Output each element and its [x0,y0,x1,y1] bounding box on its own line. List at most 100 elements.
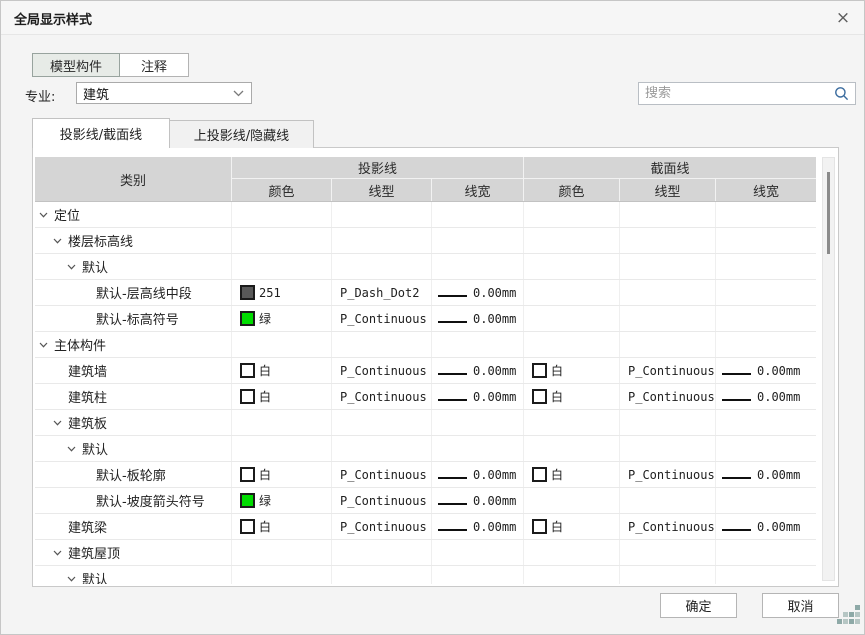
category-cell[interactable]: 默认 [35,566,232,584]
category-cell[interactable]: 默认-板轮廓 [35,462,232,487]
proj-color-cell[interactable] [232,540,332,565]
category-cell[interactable]: 建筑梁 [35,514,232,539]
sect-linetype-cell[interactable] [620,540,716,565]
sect-color-cell[interactable] [524,254,620,279]
sect-linetype-cell[interactable]: P_Continuous [620,462,716,487]
proj-linewidth-cell[interactable] [432,410,524,435]
color-swatch[interactable] [532,467,547,482]
table-row[interactable]: 主体构件 [35,332,816,358]
table-row[interactable]: 默认 [35,566,816,584]
proj-color-cell[interactable]: 白 [232,384,332,409]
sect-color-cell[interactable] [524,228,620,253]
sect-color-cell[interactable] [524,332,620,357]
proj-linetype-cell[interactable]: P_Continuous [332,306,432,331]
proj-linetype-cell[interactable] [332,228,432,253]
proj-linetype-cell[interactable]: P_Continuous [332,488,432,513]
ok-button[interactable]: 确定 [660,593,737,618]
sect-linewidth-cell[interactable] [716,566,816,584]
sect-color-cell[interactable]: 白 [524,514,620,539]
proj-linewidth-cell[interactable]: 0.00mm [432,514,524,539]
category-cell[interactable]: 默认-层高线中段 [35,280,232,305]
color-swatch[interactable] [240,285,255,300]
sect-color-cell[interactable] [524,306,620,331]
sect-linetype-cell[interactable] [620,254,716,279]
sect-color-cell[interactable]: 白 [524,384,620,409]
proj-linetype-cell[interactable] [332,254,432,279]
sect-color-cell[interactable] [524,410,620,435]
color-swatch[interactable] [240,363,255,378]
sect-linewidth-cell[interactable] [716,306,816,331]
sect-linewidth-cell[interactable]: 0.00mm [716,384,816,409]
sect-linetype-cell[interactable] [620,280,716,305]
sect-color-cell[interactable] [524,202,620,227]
proj-linewidth-cell[interactable] [432,566,524,584]
sect-linewidth-cell[interactable] [716,280,816,305]
category-cell[interactable]: 建筑屋顶 [35,540,232,565]
sect-linewidth-cell[interactable] [716,228,816,253]
table-row[interactable]: 建筑板 [35,410,816,436]
proj-linewidth-cell[interactable]: 0.00mm [432,306,524,331]
table-row[interactable]: 默认-板轮廓 白 P_Continuous 0.00mm 白 P_Continuous 0.… [35,462,816,488]
proj-color-cell[interactable]: 白 [232,514,332,539]
proj-linewidth-cell[interactable]: 0.00mm [432,280,524,305]
profession-dropdown[interactable]: 建筑 [76,82,252,104]
table-row[interactable]: 建筑屋顶 [35,540,816,566]
proj-linewidth-cell[interactable] [432,436,524,461]
proj-linewidth-cell[interactable]: 0.00mm [432,462,524,487]
proj-color-cell[interactable] [232,202,332,227]
proj-linewidth-cell[interactable]: 0.00mm [432,488,524,513]
table-row[interactable]: 默认 [35,254,816,280]
category-cell[interactable]: 楼层标高线 [35,228,232,253]
category-cell[interactable]: 默认 [35,254,232,279]
proj-color-cell[interactable] [232,410,332,435]
chevron-down-icon[interactable] [39,342,54,348]
tab-projection-section-lines[interactable]: 投影线/截面线 [32,118,170,148]
table-row[interactable]: 建筑墙 白 P_Continuous 0.00mm 白 P_Continuous 0.00m… [35,358,816,384]
proj-linetype-cell[interactable]: P_Dash_Dot2 [332,280,432,305]
sect-linetype-cell[interactable]: P_Continuous [620,384,716,409]
category-cell[interactable]: 默认 [35,436,232,461]
color-swatch[interactable] [240,493,255,508]
tab-annotation[interactable]: 注释 [119,53,189,77]
tab-model-components[interactable]: 模型构件 [32,53,120,77]
proj-linetype-cell[interactable]: P_Continuous [332,358,432,383]
color-swatch[interactable] [532,389,547,404]
chevron-down-icon[interactable] [67,446,82,452]
sect-linewidth-cell[interactable] [716,410,816,435]
category-cell[interactable]: 建筑柱 [35,384,232,409]
proj-color-cell[interactable] [232,254,332,279]
category-cell[interactable]: 主体构件 [35,332,232,357]
sect-linewidth-cell[interactable] [716,540,816,565]
chevron-down-icon[interactable] [53,420,68,426]
category-cell[interactable]: 定位 [35,202,232,227]
sect-linewidth-cell[interactable]: 0.00mm [716,514,816,539]
proj-linewidth-cell[interactable]: 0.00mm [432,384,524,409]
table-row[interactable]: 默认-坡度箭头符号 绿 P_Continuous 0.00mm [35,488,816,514]
color-swatch[interactable] [240,389,255,404]
table-row[interactable]: 默认-标高符号 绿 P_Continuous 0.00mm [35,306,816,332]
category-cell[interactable]: 建筑墙 [35,358,232,383]
table-row[interactable]: 建筑柱 白 P_Continuous 0.00mm 白 P_Continuous 0.00m… [35,384,816,410]
proj-color-cell[interactable]: 251 [232,280,332,305]
proj-linewidth-cell[interactable] [432,254,524,279]
sect-color-cell[interactable] [524,280,620,305]
proj-color-cell[interactable] [232,436,332,461]
proj-color-cell[interactable]: 绿 [232,488,332,513]
sect-linetype-cell[interactable] [620,410,716,435]
search-input[interactable] [639,83,834,104]
sect-linewidth-cell[interactable] [716,202,816,227]
sect-linetype-cell[interactable] [620,228,716,253]
sect-linetype-cell[interactable] [620,436,716,461]
sect-linewidth-cell[interactable] [716,488,816,513]
sect-linewidth-cell[interactable]: 0.00mm [716,462,816,487]
table-row[interactable]: 默认-层高线中段 251 P_Dash_Dot2 0.00mm [35,280,816,306]
table-row[interactable]: 默认 [35,436,816,462]
proj-color-cell[interactable] [232,566,332,584]
search-icon[interactable] [834,86,855,101]
sect-linetype-cell[interactable] [620,488,716,513]
sect-color-cell[interactable]: 白 [524,462,620,487]
color-swatch[interactable] [240,519,255,534]
proj-linewidth-cell[interactable] [432,332,524,357]
sect-color-cell[interactable] [524,488,620,513]
sect-linewidth-cell[interactable] [716,436,816,461]
